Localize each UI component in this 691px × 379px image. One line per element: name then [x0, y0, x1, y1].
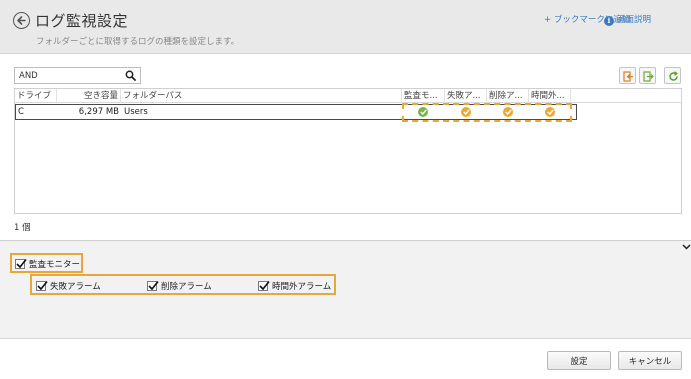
panel-divider	[0, 240, 691, 241]
delete-alarm-checkbox[interactable]: 削除アラーム	[147, 280, 212, 292]
import-button[interactable]	[619, 67, 636, 84]
checkbox-box	[258, 281, 270, 291]
offhours-alarm-checkbox[interactable]: 時間外アラーム	[258, 280, 331, 292]
checkbox-box	[15, 259, 27, 269]
fail-alarm-checkbox[interactable]: 失敗アラーム	[36, 280, 101, 292]
column-header-free-space[interactable]: 空き容量	[57, 89, 121, 103]
checkbox-box	[36, 281, 48, 291]
cell-drive: C	[18, 107, 24, 117]
chevron-down-icon[interactable]	[682, 243, 691, 253]
help-link[interactable]: i 画面説明	[604, 13, 651, 26]
cancel-button[interactable]: キャンセル	[618, 351, 682, 370]
column-header-fail-alarm[interactable]: 失敗ア...	[445, 89, 487, 103]
check-circle-icon	[545, 107, 555, 117]
refresh-button[interactable]	[664, 67, 681, 84]
page-subtitle: フォルダーごとに取得するログの種類を設定します。	[36, 37, 240, 47]
export-button[interactable]	[639, 67, 656, 84]
column-header-folder-path[interactable]: フォルダーパス	[121, 89, 402, 103]
delete-alarm-label: 削除アラーム	[161, 282, 212, 292]
check-circle-icon	[503, 107, 513, 117]
column-header-offhours-alarm[interactable]: 時間外...	[529, 89, 571, 103]
help-link-label: 画面説明	[617, 15, 652, 25]
column-header-audit-monitor[interactable]: 監査モ...	[402, 89, 445, 103]
settings-panel	[0, 241, 691, 339]
column-header-drive[interactable]: ドライブ	[15, 89, 57, 103]
folder-table: ドライブ 空き容量 フォルダーパス 監査モ... 失敗ア... 削除ア... 時…	[14, 88, 682, 214]
table-row[interactable]: C 6,297 MB Users	[15, 104, 577, 120]
check-circle-icon	[461, 107, 471, 117]
check-circle-icon	[418, 107, 428, 117]
item-count: 1 個	[14, 223, 31, 233]
table-header: ドライブ 空き容量 フォルダーパス 監査モ... 失敗ア... 削除ア... 時…	[15, 89, 681, 103]
cell-folder-path: Users	[124, 107, 148, 117]
audit-monitor-checkbox[interactable]: 監査モニター	[15, 258, 80, 270]
page-header: ログ監視設定 フォルダーごとに取得するログの種類を設定します。 + ブックマーク…	[0, 0, 691, 54]
info-icon: i	[604, 16, 614, 26]
back-arrow-icon[interactable]	[13, 12, 30, 29]
checkbox-box	[147, 281, 159, 291]
page-title: ログ監視設定	[35, 12, 129, 30]
fail-alarm-label: 失敗アラーム	[50, 282, 101, 292]
search-icon[interactable]	[125, 70, 136, 84]
cell-free-space: 6,297 MB	[78, 107, 119, 117]
offhours-alarm-label: 時間外アラーム	[272, 282, 332, 292]
search-box	[14, 67, 141, 84]
save-button[interactable]: 設定	[547, 351, 611, 370]
search-input[interactable]	[19, 70, 119, 82]
audit-monitor-label: 監査モニター	[29, 260, 81, 270]
column-header-delete-alarm[interactable]: 削除ア...	[487, 89, 529, 103]
